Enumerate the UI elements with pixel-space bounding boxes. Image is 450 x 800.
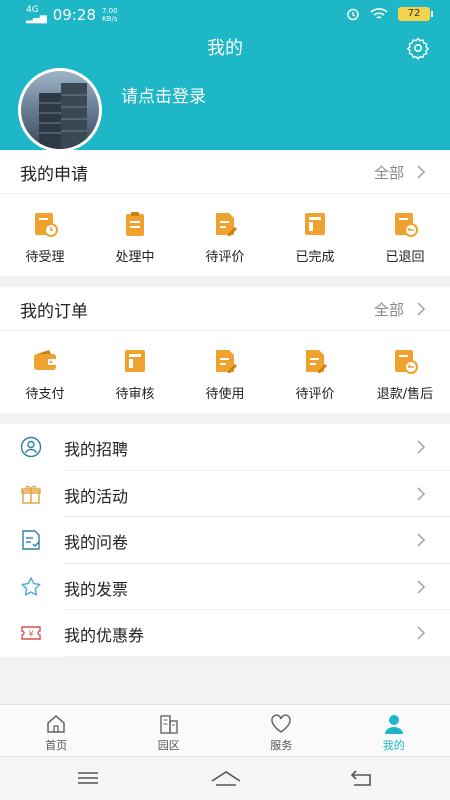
app-pending-accept[interactable]: 待受理 bbox=[0, 194, 90, 276]
questionnaire-icon bbox=[22, 530, 40, 550]
order-to-use[interactable]: 待使用 bbox=[180, 331, 270, 413]
signal-indicator: 4G ▂▄▆ bbox=[26, 5, 47, 24]
app-to-review[interactable]: 待评价 bbox=[180, 194, 270, 276]
section-title: 我的申请 bbox=[20, 165, 88, 185]
audit-icon bbox=[125, 350, 145, 372]
returned-icon bbox=[395, 213, 418, 237]
completed-icon bbox=[305, 213, 325, 235]
status-bar: 4G ▂▄▆ 09:28 7.00 KB/s 72 bbox=[0, 0, 450, 30]
star-icon bbox=[21, 576, 41, 596]
menu-list: 我的招聘 我的活动 我的问卷 我的发票 ¥ 我的优惠券 bbox=[0, 424, 450, 657]
chevron-right-icon bbox=[417, 165, 426, 179]
menu-item-coupons[interactable]: ¥ 我的优惠券 bbox=[0, 610, 450, 657]
tab-park[interactable]: 园区 bbox=[113, 705, 226, 756]
page-title: 我的 bbox=[207, 38, 243, 59]
wifi-icon bbox=[370, 8, 388, 19]
order-to-review[interactable]: 待评价 bbox=[270, 331, 360, 413]
orders-section: 我的订单 全部 待支付 待审核 待使用 待评价 退款/售后 bbox=[0, 287, 450, 413]
to-use-icon bbox=[216, 350, 237, 373]
profile-header: 我的 请点击登录 bbox=[0, 30, 450, 152]
app-processing[interactable]: 处理中 bbox=[90, 194, 180, 276]
applications-section: 我的申请 全部 待受理 处理中 待评价 已完成 已退回 bbox=[0, 150, 450, 276]
status-time: 09:28 bbox=[52, 6, 96, 24]
avatar[interactable] bbox=[18, 68, 102, 152]
network-speed: 7.00 KB/s bbox=[102, 7, 118, 23]
chevron-right-icon bbox=[417, 440, 426, 454]
chevron-right-icon bbox=[417, 486, 426, 501]
order-to-audit[interactable]: 待审核 bbox=[90, 331, 180, 413]
heart-icon bbox=[271, 714, 292, 733]
tab-service[interactable]: 服务 bbox=[225, 705, 338, 756]
chevron-right-icon bbox=[417, 533, 426, 547]
profile-icon bbox=[384, 715, 403, 734]
building-icon bbox=[160, 715, 178, 734]
menu-item-invoice[interactable]: 我的发票 bbox=[0, 564, 450, 610]
gift-icon bbox=[21, 485, 41, 504]
user-icon bbox=[20, 436, 42, 458]
app-returned[interactable]: 已退回 bbox=[360, 194, 450, 276]
applications-header[interactable]: 我的申请 全部 bbox=[0, 150, 450, 194]
app-completed[interactable]: 已完成 bbox=[270, 194, 360, 276]
chevron-right-icon bbox=[417, 302, 426, 316]
home-icon bbox=[47, 715, 65, 733]
back-icon[interactable] bbox=[348, 767, 376, 789]
coupon-icon: ¥ bbox=[21, 626, 41, 640]
order-refund[interactable]: 退款/售后 bbox=[360, 331, 450, 413]
to-review-icon bbox=[306, 350, 327, 373]
to-review-icon bbox=[216, 213, 237, 236]
pending-accept-icon bbox=[35, 213, 58, 237]
menu-item-questionnaire[interactable]: 我的问卷 bbox=[0, 517, 450, 564]
battery-icon: 72 bbox=[398, 7, 433, 21]
refund-icon bbox=[395, 350, 418, 374]
menu-icon[interactable] bbox=[74, 767, 102, 789]
processing-icon bbox=[126, 212, 144, 236]
chevron-right-icon bbox=[417, 579, 426, 594]
divider bbox=[64, 655, 450, 657]
home-nav-icon[interactable] bbox=[210, 767, 242, 789]
bottom-tab-bar: 首页 园区 服务 我的 bbox=[0, 704, 450, 756]
order-to-pay[interactable]: 待支付 bbox=[0, 331, 90, 413]
chevron-right-icon bbox=[417, 626, 426, 640]
view-all-link[interactable]: 全部 bbox=[374, 162, 404, 183]
login-prompt[interactable]: 请点击登录 bbox=[121, 82, 206, 107]
view-all-link[interactable]: 全部 bbox=[374, 299, 404, 320]
section-title: 我的订单 bbox=[20, 302, 88, 322]
alarm-icon bbox=[347, 8, 359, 21]
svg-text:¥: ¥ bbox=[28, 630, 33, 639]
wallet-icon bbox=[34, 350, 56, 370]
system-nav-bar bbox=[0, 756, 450, 800]
tab-home[interactable]: 首页 bbox=[0, 705, 113, 756]
menu-item-recruitment[interactable]: 我的招聘 bbox=[0, 424, 450, 471]
gear-icon[interactable] bbox=[406, 36, 430, 60]
tab-mine[interactable]: 我的 bbox=[338, 705, 450, 756]
orders-header[interactable]: 我的订单 全部 bbox=[0, 287, 450, 331]
menu-item-activities[interactable]: 我的活动 bbox=[0, 471, 450, 517]
